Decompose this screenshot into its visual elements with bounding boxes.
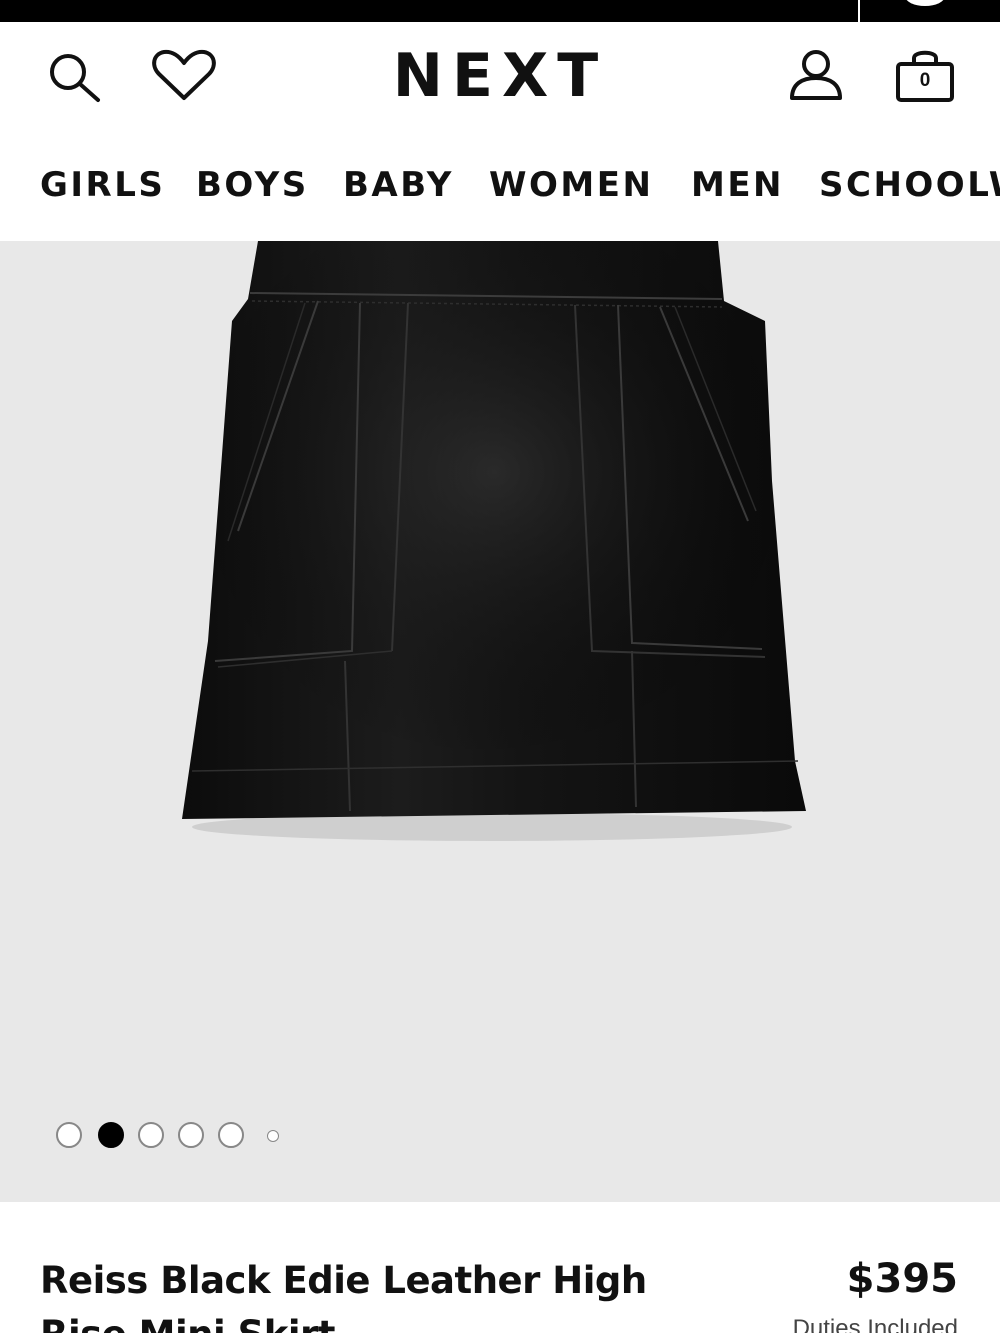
product-info: Reiss Black Edie Leather High Rise Mini …	[0, 1202, 1000, 1333]
gallery-dot[interactable]	[56, 1122, 82, 1148]
category-nav: GIRLS BOYS BABY WOMEN MEN SCHOOLW	[0, 132, 1000, 241]
user-icon[interactable]	[786, 48, 846, 104]
product-image[interactable]	[0, 241, 1000, 1202]
nav-item-men[interactable]: MEN	[691, 165, 784, 205]
site-header: NEXT 0	[0, 22, 1000, 132]
gallery-dot[interactable]	[267, 1130, 279, 1142]
nav-item-women[interactable]: WOMEN	[489, 165, 653, 205]
next-logo[interactable]: NEXT	[0, 46, 1000, 106]
nav-item-girls[interactable]: GIRLS	[40, 165, 165, 205]
country-flag-icon[interactable]	[905, 0, 945, 6]
gallery-dot-active[interactable]	[98, 1122, 124, 1148]
nav-item-schoolwear[interactable]: SCHOOLW	[819, 165, 1000, 205]
product-image-gallery[interactable]	[0, 241, 1000, 1202]
product-title: Reiss Black Edie Leather High Rise Mini …	[40, 1259, 647, 1333]
top-banner-divider	[858, 0, 860, 22]
product-price: $395	[846, 1256, 958, 1302]
bag-count-badge: 0	[919, 70, 931, 91]
duties-note: Duties Included	[792, 1315, 958, 1333]
gallery-dot[interactable]	[138, 1122, 164, 1148]
gallery-dot[interactable]	[218, 1122, 244, 1148]
nav-item-boys[interactable]: BOYS	[196, 165, 309, 205]
nav-item-baby[interactable]: BABY	[343, 165, 454, 205]
gallery-dot[interactable]	[178, 1122, 204, 1148]
top-banner	[0, 0, 1000, 22]
